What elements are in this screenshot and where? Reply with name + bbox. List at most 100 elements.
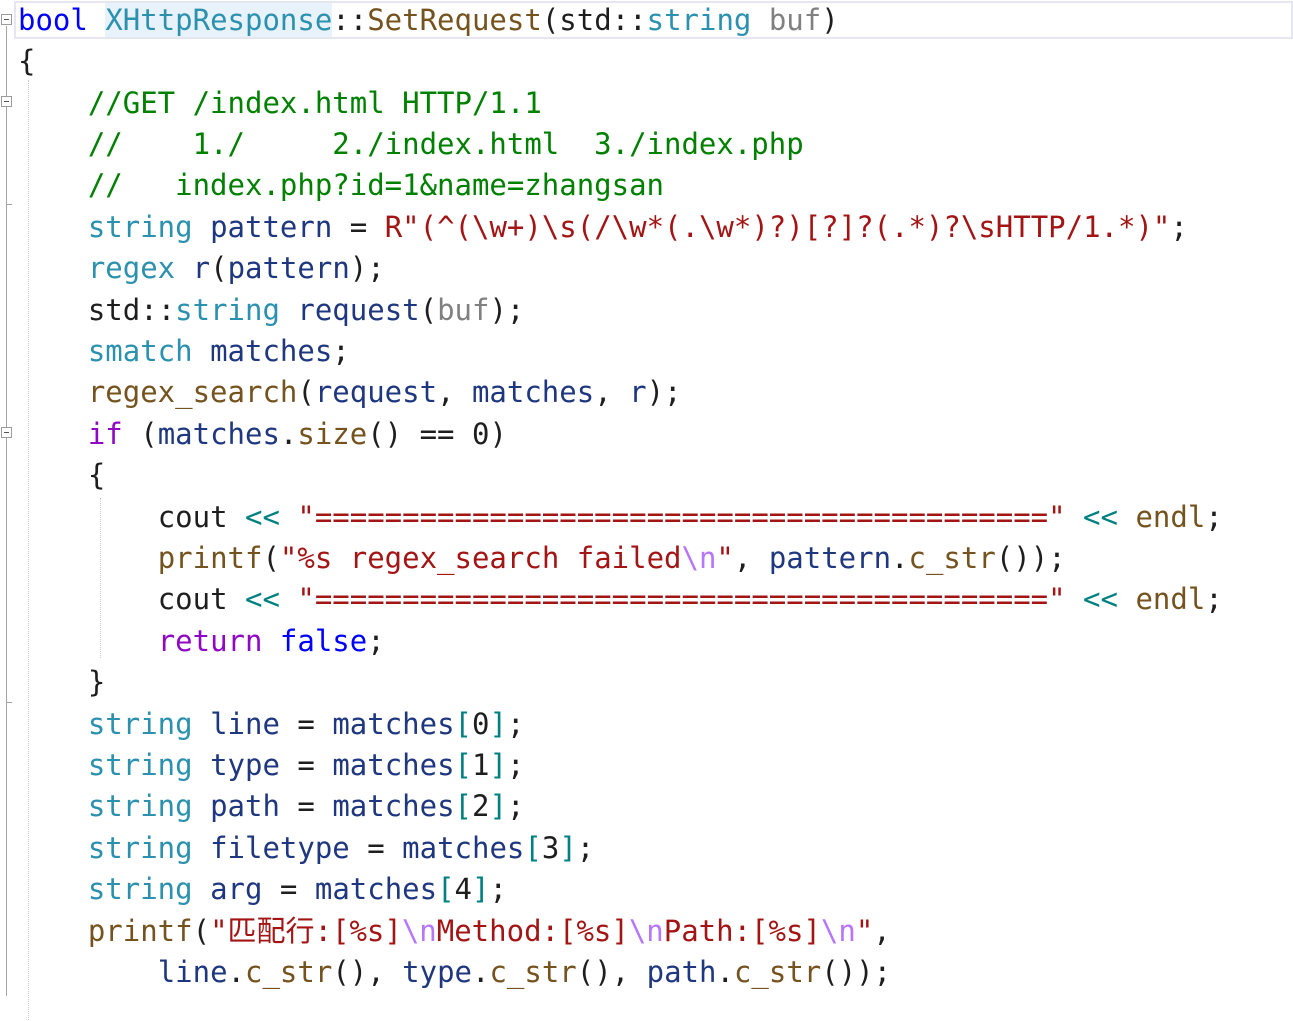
code-line: string filetype = matches[3]; bbox=[18, 828, 594, 869]
punctuation: (), bbox=[576, 955, 647, 989]
variable-name: request bbox=[314, 375, 438, 409]
number-literal: 0 bbox=[472, 707, 490, 741]
code-line: string pattern = R"(^(\w+)\s(/\w*(.\w*)?… bbox=[18, 207, 1188, 248]
variable-name: r bbox=[629, 375, 647, 409]
number-literal: 3 bbox=[541, 831, 560, 865]
function-name: regex_search bbox=[87, 375, 298, 409]
fold-collapse-icon[interactable] bbox=[1, 14, 12, 25]
fold-line bbox=[6, 26, 7, 996]
keyword: bool bbox=[18, 3, 88, 37]
punctuation: ); bbox=[489, 293, 525, 327]
variable-name: pattern bbox=[227, 251, 350, 285]
punctuation: ; bbox=[506, 789, 525, 823]
namespace: std bbox=[559, 3, 612, 37]
operator: ] bbox=[489, 789, 507, 823]
operator: ] bbox=[489, 748, 507, 782]
punctuation: ) bbox=[821, 3, 839, 37]
comment: // index.php?id=1&name=zhangsan bbox=[87, 168, 665, 202]
parameter-name: buf bbox=[768, 3, 822, 37]
punctuation: ; bbox=[576, 831, 595, 865]
variable-name: matches bbox=[402, 831, 525, 865]
punctuation: ; bbox=[489, 872, 507, 906]
type-name: string bbox=[87, 789, 193, 823]
punctuation: ( bbox=[541, 3, 560, 37]
variable-name: pattern bbox=[210, 210, 333, 244]
string-literal: "匹配行:[%s] bbox=[210, 914, 402, 948]
punctuation: ; bbox=[506, 707, 525, 741]
operator: [ bbox=[454, 707, 472, 741]
string-literal: " bbox=[855, 914, 874, 948]
punctuation: ; bbox=[506, 748, 525, 782]
method-name: c_str bbox=[733, 955, 822, 989]
punctuation: ); bbox=[646, 375, 682, 409]
variable-name: path bbox=[646, 955, 717, 989]
punctuation: ; bbox=[1170, 210, 1188, 244]
escape-sequence: \n bbox=[681, 541, 717, 575]
comment: // 1./ 2./index.html 3./index.php bbox=[87, 127, 804, 161]
code-line: return false; bbox=[18, 621, 385, 662]
punctuation: ) bbox=[489, 417, 507, 451]
code-line: if (matches.size() == 0) bbox=[18, 414, 507, 455]
operator: [ bbox=[454, 748, 472, 782]
punctuation: ( bbox=[192, 914, 211, 948]
code-line: { bbox=[18, 41, 35, 82]
function-name: endl bbox=[1135, 582, 1206, 616]
class-name: XHttpResponse bbox=[105, 3, 333, 37]
type-name: string bbox=[87, 831, 193, 865]
punctuation: ( bbox=[419, 293, 438, 327]
operator: [ bbox=[524, 831, 542, 865]
function-name: printf bbox=[87, 914, 193, 948]
control-keyword: return bbox=[157, 624, 263, 658]
variable-name: filetype bbox=[210, 831, 350, 865]
comment: //GET /index.html HTTP/1.1 bbox=[87, 86, 542, 120]
code-line: // index.php?id=1&name=zhangsan bbox=[18, 165, 664, 206]
punctuation: (), bbox=[332, 955, 403, 989]
namespace: std bbox=[87, 293, 141, 327]
function-name: printf bbox=[157, 541, 263, 575]
variable-name: path bbox=[210, 789, 280, 823]
code-line: smatch matches; bbox=[18, 331, 350, 372]
parameter-name: buf bbox=[437, 293, 490, 327]
variable-name: cout bbox=[157, 582, 228, 616]
number-literal: 0 bbox=[471, 417, 490, 451]
scope-operator: :: bbox=[140, 293, 176, 327]
string-literal: " bbox=[716, 541, 734, 575]
code-line: // 1./ 2./index.html 3./index.php bbox=[18, 124, 804, 165]
operator: ] bbox=[472, 872, 490, 906]
fold-collapse-icon[interactable] bbox=[1, 427, 12, 438]
fold-collapse-icon[interactable] bbox=[1, 96, 12, 107]
code-line: bool XHttpResponse::SetRequest(std::stri… bbox=[18, 0, 839, 41]
operator: [ bbox=[437, 872, 455, 906]
fold-end-marker bbox=[6, 702, 12, 703]
code-line: printf("%s regex_search failed\n", patte… bbox=[18, 538, 1066, 579]
punctuation: , bbox=[437, 375, 472, 409]
number-literal: 2 bbox=[472, 789, 490, 823]
fold-margin bbox=[0, 0, 14, 1021]
punctuation: ()); bbox=[995, 541, 1066, 575]
punctuation: ( bbox=[297, 375, 315, 409]
method-name: c_str bbox=[245, 955, 333, 989]
code-line: std::string request(buf); bbox=[18, 290, 525, 331]
operator: << bbox=[227, 500, 298, 534]
type-name: regex bbox=[87, 251, 176, 285]
variable-name: pattern bbox=[768, 541, 892, 575]
code-editor[interactable]: bool XHttpResponse::SetRequest(std::stri… bbox=[0, 0, 1293, 1021]
code-line: string arg = matches[4]; bbox=[18, 869, 507, 910]
code-line: string type = matches[1]; bbox=[18, 745, 525, 786]
code-line: { bbox=[18, 455, 105, 496]
scope-operator: :: bbox=[611, 3, 647, 37]
punctuation: . bbox=[472, 955, 490, 989]
type-name: string bbox=[87, 748, 193, 782]
operator: ] bbox=[559, 831, 577, 865]
type-name: string bbox=[87, 210, 193, 244]
punctuation: . bbox=[227, 955, 245, 989]
code-line: cout << "===============================… bbox=[18, 497, 1223, 538]
punctuation: ( bbox=[210, 251, 228, 285]
escape-sequence: \n bbox=[820, 914, 856, 948]
punctuation: , bbox=[594, 375, 630, 409]
string-literal: "=======================================… bbox=[297, 500, 1066, 534]
code-line: printf("匹配行:[%s]\nMethod:[%s]\nPath:[%s]… bbox=[18, 911, 891, 952]
operator: = bbox=[349, 831, 403, 865]
code-line: string line = matches[0]; bbox=[18, 704, 525, 745]
punctuation: , bbox=[733, 541, 769, 575]
